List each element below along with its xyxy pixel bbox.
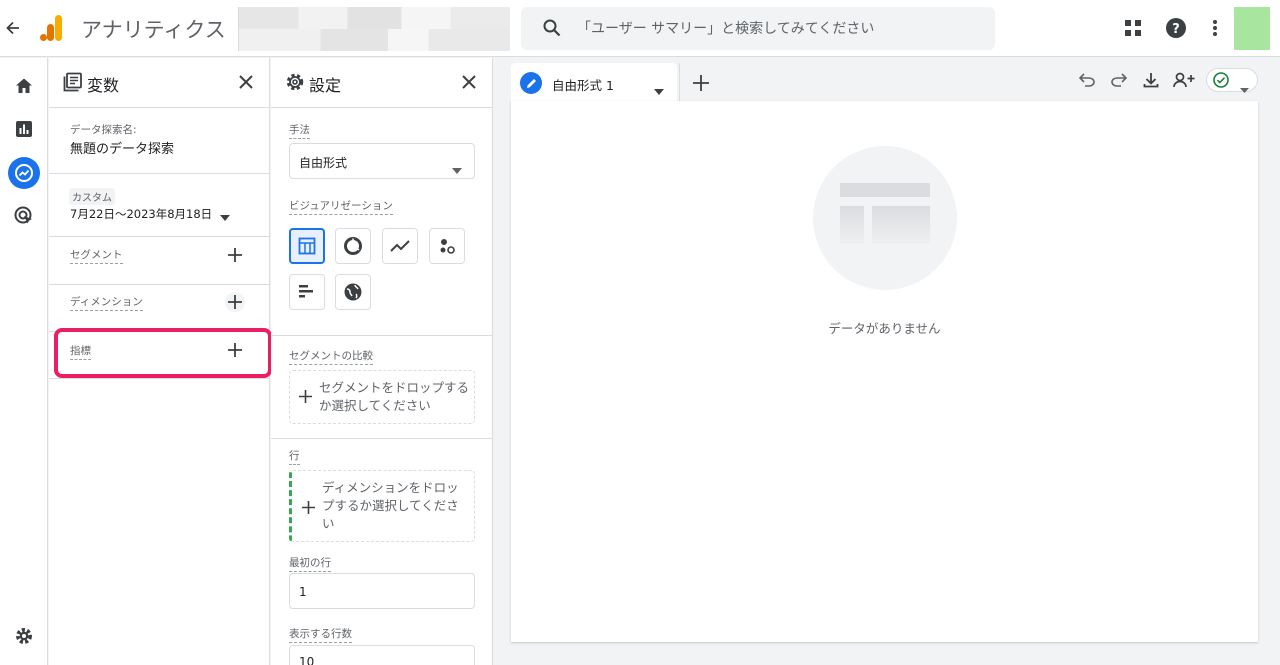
settings-panel-header: 設定 — [271, 58, 492, 108]
search-icon — [543, 19, 561, 37]
download-icon[interactable] — [1141, 70, 1161, 90]
segments-label: セグメント — [70, 247, 123, 264]
exploration-name-value[interactable]: 無題のデータ探索 — [70, 138, 174, 157]
segment-compare-label: セグメントの比較 — [289, 348, 373, 365]
svg-text:?: ? — [1172, 22, 1180, 37]
bar-chart-icon — [299, 285, 313, 298]
add-segment-plus-icon[interactable] — [225, 245, 245, 265]
metrics-highlight-box — [54, 328, 272, 378]
rows-count-label: 表示する行数 — [289, 626, 352, 643]
table-icon — [298, 237, 316, 255]
search-input[interactable] — [577, 7, 977, 50]
donut-viz-button[interactable] — [335, 228, 371, 264]
technique-value: 自由形式 — [299, 156, 348, 170]
segment-drop-zone[interactable]: セグメントをドロップするか選択してください — [289, 370, 475, 424]
settings-gear-icon — [285, 72, 305, 92]
home-icon[interactable] — [12, 74, 36, 98]
divider — [49, 173, 269, 174]
account-selector[interactable] — [238, 7, 510, 51]
more-vert-icon[interactable] — [1203, 16, 1227, 40]
dropdown-arrow-icon — [452, 159, 462, 178]
rows-drop-zone[interactable]: ディメンションをドロップするか選択してください — [289, 470, 475, 542]
explore-icon[interactable] — [12, 161, 36, 185]
date-range-selector[interactable]: カスタム 7月22日～2023年8月18日 — [67, 186, 237, 222]
divider — [49, 236, 269, 237]
rows-label: 行 — [289, 448, 300, 465]
rows-count-select[interactable]: 10 — [289, 645, 475, 665]
variables-icon — [63, 72, 83, 92]
technique-label: 手法 — [289, 122, 310, 139]
dropdown-arrow-icon — [1240, 78, 1249, 97]
close-icon[interactable] — [458, 71, 480, 93]
date-range-value: 7月22日～2023年8月18日 — [70, 207, 213, 221]
variables-panel-header: 変数 — [49, 58, 269, 108]
add-tab-plus-icon[interactable] — [679, 63, 721, 103]
undo-icon[interactable] — [1077, 70, 1097, 90]
tab-freeform-1[interactable]: 自由形式 1 — [511, 63, 677, 103]
donut-chart-icon — [344, 237, 362, 255]
avatar[interactable] — [1234, 7, 1270, 50]
dimensions-label: ディメンション — [70, 294, 143, 311]
reports-icon[interactable] — [12, 117, 36, 141]
visualization-label: ビジュアリゼーション — [289, 198, 393, 215]
close-icon[interactable] — [235, 71, 257, 93]
globe-icon — [344, 283, 362, 301]
dropdown-arrow-icon — [220, 206, 230, 225]
scatter-plot-icon — [440, 239, 455, 254]
rows-count-value: 10 — [299, 655, 315, 665]
scatter-viz-button[interactable] — [429, 228, 465, 264]
search-bar[interactable] — [521, 7, 995, 50]
technique-select[interactable]: 自由形式 — [289, 143, 475, 179]
redo-icon[interactable] — [1109, 70, 1129, 90]
admin-gear-icon[interactable] — [12, 624, 36, 648]
dropdown-arrow-icon — [452, 660, 462, 665]
tab-bar: 自由形式 1 — [511, 63, 721, 103]
divider — [271, 335, 492, 336]
empty-state-message: データがありません — [828, 321, 941, 336]
apps-grid-icon[interactable] — [1121, 16, 1145, 40]
status-chip[interactable] — [1206, 68, 1258, 93]
edit-pencil-icon — [520, 72, 542, 94]
table-viz-button[interactable] — [289, 228, 325, 264]
plus-icon — [299, 388, 312, 407]
help-icon[interactable]: ? — [1164, 16, 1188, 40]
share-add-user-icon[interactable] — [1172, 70, 1196, 90]
variables-panel-title: 変数 — [87, 76, 120, 95]
tab-label: 自由形式 1 — [552, 78, 614, 93]
first-row-value: 1 — [299, 585, 307, 599]
divider — [271, 438, 492, 439]
back-arrow-icon[interactable] — [4, 18, 22, 38]
exploration-name-label: データ探索名: — [70, 124, 137, 136]
tab-menu-arrow-icon[interactable] — [654, 80, 664, 99]
advertising-icon[interactable] — [12, 204, 36, 228]
geo-viz-button[interactable] — [335, 274, 371, 310]
first-row-input[interactable]: 1 — [289, 573, 475, 609]
line-viz-button[interactable] — [382, 228, 418, 264]
empty-state-illustration — [813, 146, 957, 290]
settings-panel: 設定 手法 自由形式 ビジュアリゼーション セグメントの比較 セグメントをドロッ… — [271, 58, 493, 665]
analytics-logo-icon[interactable] — [40, 15, 64, 41]
plus-icon — [302, 499, 315, 518]
settings-panel-title: 設定 — [309, 76, 342, 95]
segment-drop-text: セグメントをドロップするか選択してください — [319, 380, 470, 413]
left-nav-rail — [0, 58, 48, 665]
add-dimension-plus-icon[interactable] — [225, 292, 245, 312]
app-title: アナリティクス — [81, 18, 226, 42]
top-bar: アナリティクス ? — [0, 0, 1280, 57]
date-chip: カスタム — [69, 188, 115, 205]
exploration-canvas: データがありません — [511, 101, 1258, 642]
divider — [49, 284, 269, 285]
divider — [49, 378, 269, 379]
rows-drop-text: ディメンションをドロップするか選択してください — [322, 480, 459, 531]
check-circle-icon — [1213, 72, 1229, 92]
bar-viz-button[interactable] — [289, 274, 325, 310]
first-row-label: 最初の行 — [289, 555, 331, 572]
line-chart-icon — [390, 240, 410, 252]
